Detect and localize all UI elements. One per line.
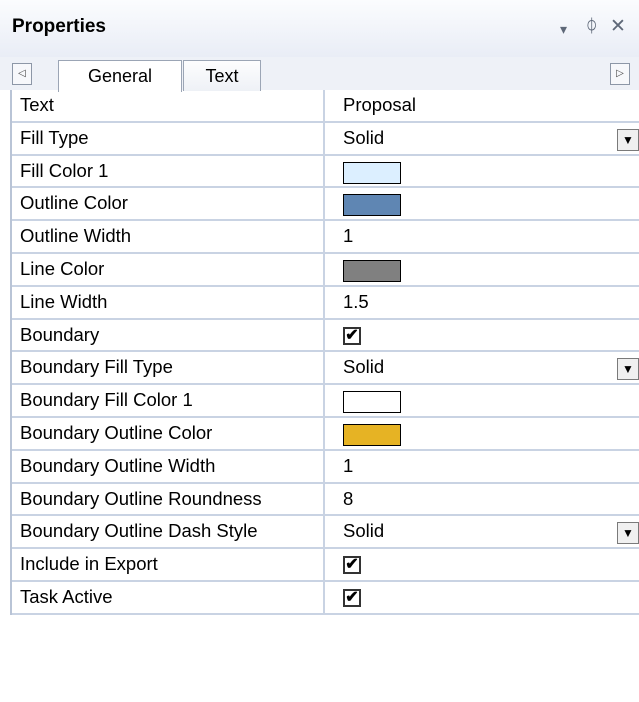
- property-value[interactable]: [325, 254, 639, 285]
- property-name: Line Width: [12, 286, 325, 318]
- property-value[interactable]: 1.5: [325, 287, 639, 318]
- property-value-text: Solid: [343, 126, 385, 148]
- property-row[interactable]: Boundary Outline Width 1: [12, 450, 639, 484]
- property-row[interactable]: Boundary Outline Color: [12, 417, 639, 451]
- property-grid: Text Proposal Fill Type Solid ▼ Fill Color 1O…: [10, 90, 639, 615]
- property-row[interactable]: Fill Type Solid ▼: [12, 122, 639, 156]
- property-name: Text: [12, 90, 325, 121]
- scroll-tabs-left-icon[interactable]: ◁: [12, 63, 32, 85]
- dropdown-arrow-icon[interactable]: ▼: [617, 522, 639, 545]
- property-row[interactable]: Outline Width 1: [12, 221, 639, 254]
- checkbox[interactable]: ✔: [343, 556, 361, 575]
- property-value[interactable]: [325, 156, 639, 187]
- property-value[interactable]: [325, 418, 639, 449]
- panel-title: Properties: [12, 16, 106, 37]
- scroll-tabs-right-icon[interactable]: ▷: [610, 63, 630, 85]
- property-value-text: 1: [343, 225, 354, 247]
- checkbox[interactable]: ✔: [343, 326, 361, 345]
- color-swatch[interactable]: [343, 423, 401, 446]
- property-name: Task Active: [12, 581, 325, 613]
- properties-panel: Properties ▾ ᛰ ✕ ◁ General Text ▷ Text Pr…: [0, 0, 639, 702]
- property-row[interactable]: Boundary Outline Dash Style Solid ▼: [12, 516, 639, 550]
- property-name: Boundary Outline Width: [12, 450, 325, 482]
- dropdown-arrow-icon[interactable]: ▼: [617, 358, 639, 381]
- property-name: Outline Width: [12, 221, 325, 252]
- property-value-text: Solid: [343, 520, 385, 542]
- property-value[interactable]: Solid ▼: [325, 516, 639, 547]
- window-position-dropdown-icon[interactable]: ▾: [560, 18, 567, 42]
- property-row[interactable]: Outline Color: [12, 188, 639, 222]
- property-value-text: Proposal: [343, 94, 417, 115]
- checkbox[interactable]: ✔: [343, 588, 361, 607]
- property-row[interactable]: Boundary Fill Type Solid ▼: [12, 352, 639, 386]
- property-row[interactable]: Boundary Outline Roundness 8: [12, 483, 639, 517]
- property-row[interactable]: Boundary Fill Color 1: [12, 385, 639, 418]
- property-name: Boundary Outline Color: [12, 417, 325, 449]
- property-name: Include in Export: [12, 549, 325, 580]
- tab-general[interactable]: General: [58, 60, 182, 92]
- property-value[interactable]: 1: [325, 451, 639, 482]
- property-name: Boundary: [12, 319, 325, 351]
- property-value-text: 1.5: [343, 290, 369, 312]
- tab-strip: ◁ General Text ▷: [0, 57, 639, 92]
- property-name: Boundary Fill Color 1: [12, 385, 325, 416]
- property-value[interactable]: ✔: [325, 582, 639, 613]
- color-swatch[interactable]: [343, 161, 401, 184]
- auto-hide-pin-icon[interactable]: ᛰ: [586, 14, 597, 38]
- property-name: Fill Type: [12, 122, 325, 154]
- property-name: Outline Color: [12, 188, 325, 220]
- property-name: Line Color: [12, 253, 325, 285]
- property-value[interactable]: Proposal: [325, 90, 639, 121]
- property-value-text: Solid: [343, 356, 385, 378]
- property-value[interactable]: 8: [325, 484, 639, 515]
- property-name: Boundary Fill Type: [12, 352, 325, 384]
- property-value[interactable]: Solid ▼: [325, 123, 639, 154]
- property-row[interactable]: Line Width 1.5: [12, 286, 639, 320]
- property-row[interactable]: Line Color: [12, 253, 639, 287]
- close-icon[interactable]: ✕: [610, 14, 626, 38]
- panel-title-bar: Properties ▾ ᛰ ✕: [0, 0, 639, 57]
- property-value[interactable]: Solid ▼: [325, 352, 639, 383]
- property-value[interactable]: ✔: [325, 320, 639, 351]
- property-name: Boundary Outline Dash Style: [12, 516, 325, 548]
- color-swatch[interactable]: [343, 194, 401, 217]
- property-value[interactable]: 1: [325, 221, 639, 252]
- property-row[interactable]: Task Active ✔: [12, 581, 639, 615]
- dropdown-arrow-icon[interactable]: ▼: [617, 128, 639, 151]
- property-row[interactable]: Boundary ✔: [12, 319, 639, 353]
- property-value[interactable]: ✔: [325, 549, 639, 580]
- color-swatch[interactable]: [343, 391, 401, 414]
- property-row[interactable]: Text Proposal: [12, 90, 639, 123]
- property-name: Boundary Outline Roundness: [12, 483, 325, 515]
- property-value[interactable]: [325, 188, 639, 219]
- property-value-text: 8: [343, 487, 354, 509]
- property-row[interactable]: Include in Export ✔: [12, 549, 639, 582]
- property-value[interactable]: [325, 385, 639, 416]
- property-value-text: 1: [343, 454, 354, 476]
- property-name: Fill Color 1: [12, 155, 325, 187]
- color-swatch[interactable]: [343, 259, 401, 282]
- property-row[interactable]: Fill Color 1: [12, 155, 639, 189]
- tab-text[interactable]: Text: [183, 60, 261, 91]
